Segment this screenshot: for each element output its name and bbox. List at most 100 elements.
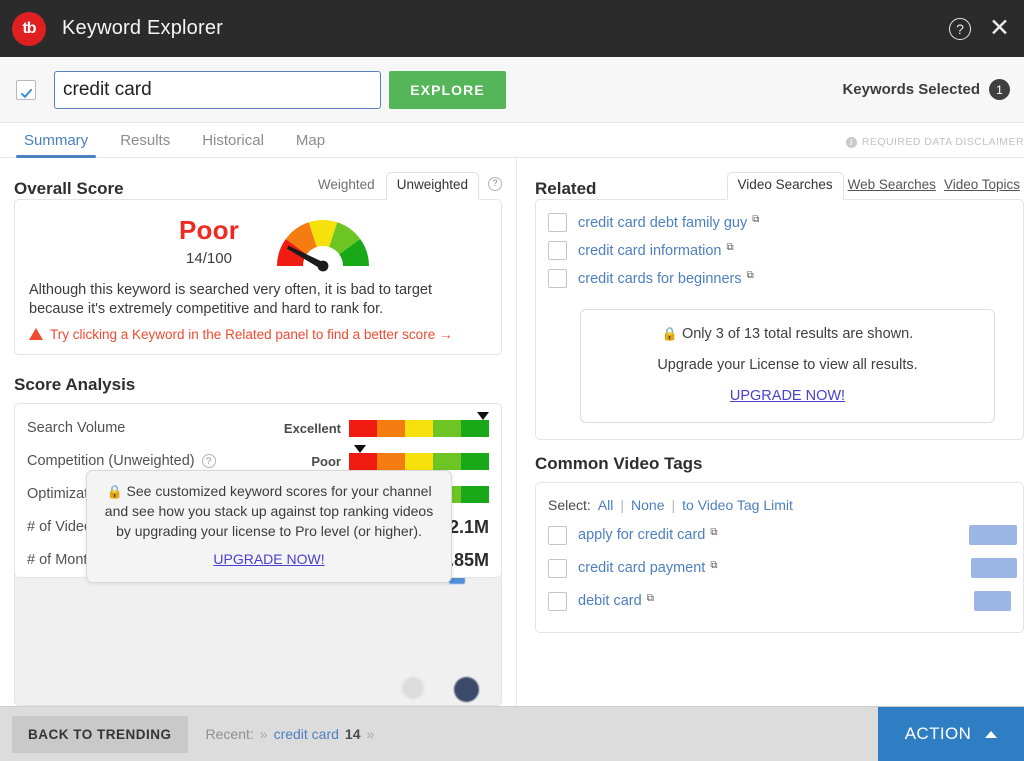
tag-checkbox[interactable]	[548, 559, 567, 578]
close-icon[interactable]: ✕	[989, 16, 1010, 41]
list-item: credit card payment ⧉	[548, 552, 1011, 585]
tag-volume-bar	[971, 558, 1017, 578]
upgrade-results-text: Only 3 of 13 total results are shown.	[682, 326, 913, 342]
external-link-icon: ⧉	[647, 593, 654, 604]
keyword-checkbox[interactable]	[16, 80, 36, 100]
related-header: Related Video Searches Web Searches Vide…	[535, 172, 1024, 199]
keywords-selected-label: Keywords Selected	[842, 81, 980, 98]
tab-video-topics[interactable]: Video Topics	[940, 173, 1024, 199]
keyword-input[interactable]	[54, 71, 381, 109]
tag-checkbox[interactable]	[548, 526, 567, 545]
tab-results[interactable]: Results	[104, 133, 186, 157]
external-link-icon: ⧉	[710, 527, 717, 538]
related-title: Related	[535, 179, 596, 199]
action-button[interactable]: ACTION	[878, 707, 1024, 761]
analysis-grade: Excellent	[284, 421, 341, 436]
tab-summary[interactable]: Summary	[8, 133, 104, 157]
related-checkbox[interactable]	[548, 241, 567, 260]
locked-chart-avatar-placeholder	[402, 677, 424, 699]
overall-score-card: Poor 14/100	[14, 199, 502, 355]
tab-video-searches[interactable]: Video Searches	[727, 172, 844, 200]
search-toolbar: EXPLORE Keywords Selected 1	[0, 57, 1024, 123]
warning-triangle-icon	[29, 328, 43, 340]
analysis-meter: Excellent	[284, 420, 489, 437]
chevron-right-icon-2: »	[367, 726, 375, 742]
tag-link[interactable]: credit card payment ⧉	[578, 560, 717, 576]
score-grade: Poor	[179, 215, 239, 246]
tab-weighted[interactable]: Weighted	[307, 172, 386, 199]
analysis-bar-marker	[354, 445, 366, 453]
back-to-trending-button[interactable]: BACK TO TRENDING	[12, 716, 188, 753]
select-all-link[interactable]: All	[598, 497, 614, 513]
caret-up-icon	[985, 731, 997, 738]
related-checkbox[interactable]	[548, 213, 567, 232]
competition-help-icon[interactable]: ?	[202, 454, 216, 468]
tag-volume-bar	[974, 591, 1011, 611]
external-link-icon: ⧉	[710, 560, 717, 571]
related-upgrade-box: 🔒 Only 3 of 13 total results are shown. …	[580, 309, 995, 423]
pro-upgrade-tooltip: 🔒 See customized keyword scores for your…	[86, 470, 452, 583]
tag-link[interactable]: debit card ⧉	[578, 593, 654, 609]
score-warning-label: Try clicking a Keyword in the Related pa…	[50, 327, 452, 342]
info-icon: i	[846, 137, 857, 148]
external-link-icon: ⧉	[752, 214, 759, 225]
chevron-right-icon: »	[260, 726, 268, 742]
keyword-explorer-window: tb Keyword Explorer ? ✕ EXPLORE Keywords…	[0, 0, 1024, 761]
window-titlebar: tb Keyword Explorer ? ✕	[0, 0, 1024, 57]
related-keyword-link[interactable]: credit card debt family guy ⧉	[578, 215, 759, 231]
help-circle-icon: ?	[949, 18, 971, 40]
action-button-label: ACTION	[905, 724, 972, 744]
window-title: Keyword Explorer	[62, 17, 223, 40]
select-to-limit-link[interactable]: to Video Tag Limit	[682, 497, 793, 513]
logo-text: tb	[22, 20, 35, 38]
titlebar-actions: ? ✕	[949, 16, 1010, 41]
keywords-selected-badge: 1	[989, 79, 1010, 100]
tooltip-line-1: See customized keyword scores for your c…	[127, 483, 432, 499]
related-card: credit card debt family guy ⧉ credit car…	[535, 199, 1024, 440]
list-item: credit card information ⧉	[548, 237, 1011, 265]
analysis-row-search-volume: Search Volume Excellent	[27, 412, 489, 445]
tag-checkbox[interactable]	[548, 592, 567, 611]
select-none-link[interactable]: None	[631, 497, 664, 513]
related-tabs: Video Searches Web Searches Video Topics	[727, 172, 1024, 199]
tab-map[interactable]: Map	[280, 133, 341, 157]
data-disclaimer[interactable]: i REQUIRED DATA DISCLAIMER	[846, 136, 1024, 148]
analysis-grade: Poor	[311, 454, 341, 469]
data-disclaimer-label: REQUIRED DATA DISCLAIMER	[862, 136, 1024, 148]
related-upgrade-link[interactable]: UPGRADE NOW!	[730, 388, 845, 404]
tag-link[interactable]: apply for credit card ⧉	[578, 527, 717, 543]
tab-historical[interactable]: Historical	[186, 133, 280, 157]
related-keyword-label: credit card information	[578, 243, 721, 259]
main-tabs: Summary Results Historical Map i REQUIRE…	[0, 123, 1024, 158]
tab-web-searches[interactable]: Web Searches	[844, 173, 940, 199]
score-mode-tabs: Weighted Unweighted ?	[307, 172, 502, 199]
tooltip-upgrade-link[interactable]: UPGRADE NOW!	[213, 551, 324, 567]
score-gauge	[269, 210, 377, 272]
divider: |	[620, 497, 624, 513]
keywords-selected: Keywords Selected 1	[842, 79, 1010, 100]
recent-keyword-link[interactable]: credit card	[274, 726, 339, 742]
video-tags-card: Select: All | None | to Video Tag Limit …	[535, 482, 1024, 633]
score-description: Although this keyword is searched very o…	[29, 281, 487, 320]
tooltip-line-2: and see how you stack up against top ran…	[99, 502, 439, 522]
recent-keyword-score: 14	[345, 726, 361, 742]
recent-label: Recent:	[206, 726, 254, 742]
score-analysis-title: Score Analysis	[14, 375, 502, 395]
left-column: Overall Score Weighted Unweighted ? Poor…	[0, 158, 516, 706]
related-keyword-link[interactable]: credit cards for beginners ⧉	[578, 271, 754, 287]
right-column: Related Video Searches Web Searches Vide…	[517, 158, 1024, 706]
upgrade-license-text: Upgrade your License to view all results…	[591, 357, 984, 373]
list-item: apply for credit card ⧉	[548, 519, 1011, 552]
explore-button[interactable]: EXPLORE	[389, 71, 506, 109]
overall-score-help-icon[interactable]: ?	[488, 177, 502, 191]
gauge-svg	[269, 210, 377, 272]
score-warning[interactable]: Try clicking a Keyword in the Related pa…	[29, 327, 487, 342]
tag-label: debit card	[578, 593, 642, 609]
tab-unweighted[interactable]: Unweighted	[386, 172, 479, 200]
help-button[interactable]: ?	[949, 18, 971, 40]
tag-label: credit card payment	[578, 560, 705, 576]
overall-score-header: Overall Score Weighted Unweighted ?	[14, 172, 502, 199]
tag-volume-bar	[969, 525, 1017, 545]
related-checkbox[interactable]	[548, 269, 567, 288]
related-keyword-link[interactable]: credit card information ⧉	[578, 243, 734, 259]
